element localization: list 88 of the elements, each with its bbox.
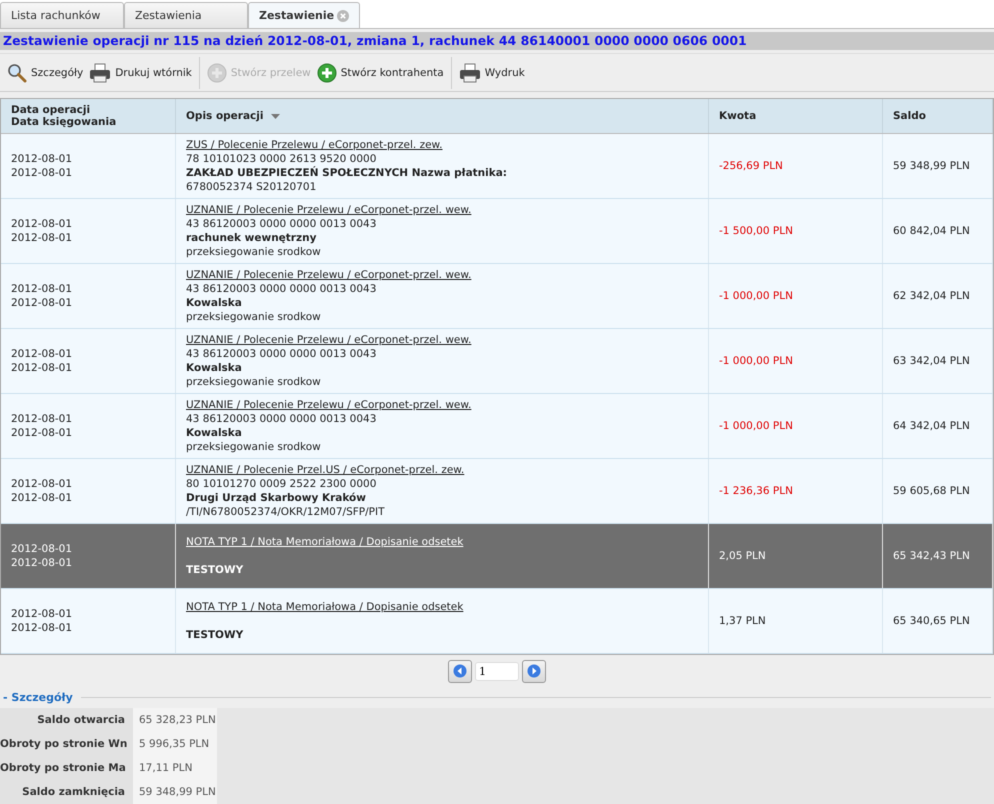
printer-icon [458, 62, 481, 83]
balance-cell: 65 340,65 PLN [893, 615, 970, 628]
balance-cell: 64 342,04 PLN [893, 420, 970, 432]
summary-value: 65 328,23 PLN [133, 708, 217, 732]
description-text: przeksiegowanie srodkow [186, 375, 322, 390]
date-cell: 2012-08-01 2012-08-01 [11, 542, 72, 570]
balance-cell: 60 842,04 PLN [893, 225, 970, 238]
balance-cell: 63 342,04 PLN [893, 355, 970, 368]
table-row[interactable]: 2012-08-01 2012-08-01 UZNANIE / Polecenie Przelewu / eCorponet-przel. wew. 43 86120003 0000 0000 0013 0043 Kowalska przeksiegowanie srodkow -1 000,00 PLN 64 342,04 PLN [1, 394, 993, 460]
description-text: 80 10101270 0009 2522 2300 0000 [186, 477, 378, 492]
page-title: Zestawienie operacji nr 115 na dzień 2012-08-01, zmiana 1, rachunek 44 86140001 0000 0000 0606 0001 [0, 32, 994, 50]
tab[interactable]: Zestawienia [124, 2, 248, 28]
balance-cell: 59 348,99 PLN [893, 160, 970, 172]
summary-label: Saldo otwarcia [0, 708, 133, 732]
description-text: 43 86120003 0000 0000 0013 0043 [186, 282, 378, 296]
printer-icon [89, 62, 112, 83]
counterparty-name: rachunek wewnętrzny [186, 231, 318, 246]
date-cell: 2012-08-01 2012-08-01 [11, 477, 72, 506]
operation-link[interactable]: ZUS / Polecenie Przelewu / eCorponet-przel. zew. [186, 138, 508, 152]
description-text: 78 10101023 0000 2613 9520 0000 [186, 152, 378, 166]
amount-cell: 2,05 PLN [719, 550, 766, 562]
operation-link[interactable]: UZNANIE / Polecenie Przelewu / eCorponet-przel. wew. [186, 398, 472, 412]
tab[interactable]: Lista rachunków [0, 2, 124, 28]
section-title[interactable]: - Szczegóły [3, 690, 73, 704]
plus-circle-icon [206, 62, 227, 83]
previous-page-button[interactable] [448, 660, 472, 683]
description-text: 43 86120003 0000 0000 0013 0043 [186, 412, 378, 426]
summary-value: 17,11 PLN [133, 756, 217, 780]
toolbar-button[interactable]: Szczegóły [4, 62, 86, 83]
column-header[interactable]: Data operacji Data księgowania [1, 99, 176, 134]
counterparty-name: ZAKŁAD UBEZPIECZEŃ SPOŁECZNYCH Nazwa płatnika: [186, 166, 508, 180]
operation-link[interactable]: UZNANIE / Polecenie Przelewu / eCorponet-przel. wew. [186, 333, 472, 348]
summary-label: Obroty po stronie Ma [0, 756, 133, 780]
operation-link[interactable]: UZNANIE / Polecenie Przelewu / eCorponet-przel. wew. [186, 203, 472, 218]
operation-link[interactable]: UZNANIE / Polecenie Przel.US / eCorponet-przel. zew. [186, 463, 464, 478]
amount-cell: -1 236,36 PLN [719, 485, 793, 498]
table-row[interactable]: 2012-08-01 2012-08-01 ZUS / Polecenie Przelewu / eCorponet-przel. zew. 78 10101023 0000 2613 9520 0000 ZAKŁAD UBEZPIECZEŃ SPOŁECZNYCH Nazwa płatnika: 6780052374 S20120701 -256,69 PLN 59 348,99 PLN [1, 134, 993, 200]
toolbar-button[interactable]: Wydruk [456, 62, 528, 83]
operation-link[interactable]: NOTA TYP 1 / Nota Memoriałowa / Dopisanie odsetek [186, 600, 464, 614]
toolbar-button[interactable]: Drukuj wtórnik [86, 62, 195, 83]
tab[interactable]: Zestawienie [248, 2, 360, 28]
balance-cell: 62 342,04 PLN [893, 290, 970, 302]
amount-cell: -1 500,00 PLN [719, 225, 793, 238]
next-page-button[interactable] [522, 660, 546, 683]
description-text: przeksiegowanie srodkow [186, 440, 322, 454]
amount-cell: -1 000,00 PLN [719, 420, 793, 432]
counterparty-name: Kowalska [186, 296, 243, 310]
description-text: 43 86120003 0000 0000 0013 0043 [186, 347, 378, 362]
description-text: 43 86120003 0000 0000 0013 0043 [186, 217, 378, 232]
balance-cell: 65 342,43 PLN [893, 550, 970, 562]
summary-label: Obroty po stronie Wn [0, 732, 133, 756]
page-input[interactable]: 1 [475, 662, 519, 681]
table-row[interactable]: 2012-08-01 2012-08-01 UZNANIE / Polecenie Przelewu / eCorponet-przel. wew. 43 86120003 0000 0000 0013 0043 Kowalska przeksiegowanie srodkow -1 000,00 PLN 62 342,04 PLN [1, 264, 993, 330]
summary-value: 5 996,35 PLN [133, 732, 217, 756]
date-cell: 2012-08-01 2012-08-01 [11, 152, 72, 180]
description-text: 6780052374 S20120701 [186, 180, 318, 194]
date-cell: 2012-08-01 2012-08-01 [11, 217, 72, 246]
table-row[interactable]: 2012-08-01 2012-08-01 NOTA TYP 1 / Nota Memoriałowa / Dopisanie odsetek TESTOWY 2,05 PLN 65 342,43 PLN [1, 524, 993, 590]
date-cell: 2012-08-01 2012-08-01 [11, 607, 72, 636]
date-cell: 2012-08-01 2012-08-01 [11, 412, 72, 440]
column-header[interactable]: Kwota [709, 99, 883, 134]
description-text: przeksiegowanie srodkow [186, 245, 322, 260]
amount-cell: -1 000,00 PLN [719, 355, 793, 368]
counterparty-name: TESTOWY [186, 563, 244, 578]
column-header[interactable]: Saldo [883, 99, 993, 134]
counterparty-name: Drugi Urząd Skarbowy Kraków [186, 491, 367, 506]
column-header[interactable]: Opis operacji [176, 99, 709, 134]
counterparty-name: TESTOWY [186, 628, 244, 642]
counterparty-name: Kowalska [186, 361, 243, 376]
balance-cell: 59 605,68 PLN [893, 485, 970, 498]
summary-value: 59 348,99 PLN [133, 780, 217, 804]
counterparty-name: Kowalska [186, 426, 243, 440]
amount-cell: 1,37 PLN [719, 615, 766, 628]
magnifier-icon [7, 62, 27, 83]
table-row[interactable]: 2012-08-01 2012-08-01 NOTA TYP 1 / Nota Memoriałowa / Dopisanie odsetek TESTOWY 1,37 PLN 65 340,65 PLN [1, 589, 993, 654]
description-text: przeksiegowanie srodkow [186, 310, 322, 324]
table-row[interactable]: 2012-08-01 2012-08-01 UZNANIE / Polecenie Przelewu / eCorponet-przel. wew. 43 86120003 0000 0000 0013 0043 Kowalska przeksiegowanie srodkow -1 000,00 PLN 63 342,04 PLN [1, 329, 993, 394]
toolbar-button[interactable]: Stwórz kontrahenta [314, 62, 447, 83]
summary-label: Saldo zamknięcia [0, 780, 133, 804]
amount-cell: -1 000,00 PLN [719, 290, 793, 302]
plus-circle-icon [316, 62, 337, 83]
operation-link[interactable]: UZNANIE / Polecenie Przelewu / eCorponet-przel. wew. [186, 268, 472, 282]
date-cell: 2012-08-01 2012-08-01 [11, 347, 72, 376]
description-text: /TI/N6780052374/OKR/12M07/SFP/PIT [186, 505, 386, 520]
amount-cell: -256,69 PLN [719, 160, 783, 172]
table-row[interactable]: 2012-08-01 2012-08-01 UZNANIE / Polecenie Przelewu / eCorponet-przel. wew. 43 86120003 0000 0000 0013 0043 rachunek wewnętrzny przeksiegowanie srodkow -1 500,00 PLN 60 842,04 PLN [1, 199, 993, 264]
operation-link[interactable]: NOTA TYP 1 / Nota Memoriałowa / Dopisanie odsetek [186, 535, 464, 550]
date-cell: 2012-08-01 2012-08-01 [11, 282, 72, 310]
